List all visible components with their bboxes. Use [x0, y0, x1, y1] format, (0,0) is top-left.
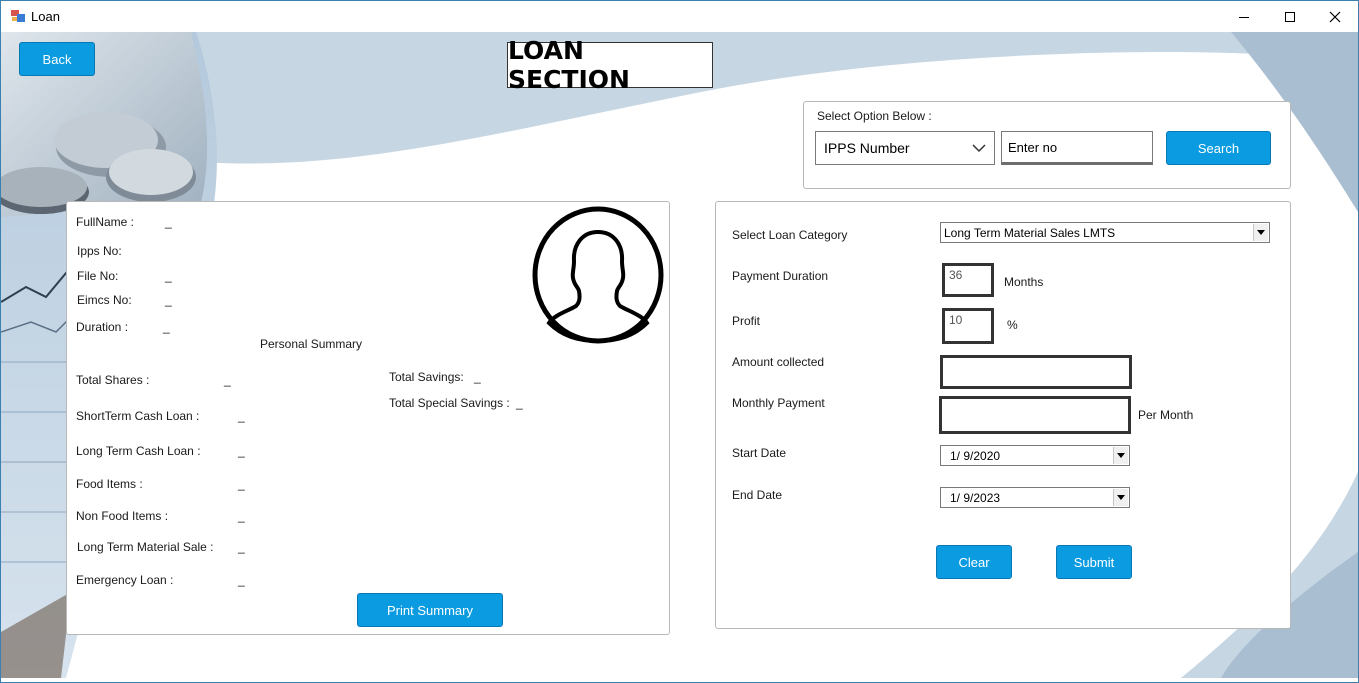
profile-panel: FullName : _ Ipps No: File No: _ Eimcs N… — [66, 201, 670, 635]
search-input-value: Enter no — [1008, 139, 1058, 155]
long-term-cash-loan-label: Long Term Cash Loan : — [76, 444, 201, 458]
start-date-label: Start Date — [732, 446, 787, 460]
start-date-value: 1/ 9/2020 — [950, 448, 1001, 463]
payment-duration-input[interactable]: 36 — [942, 263, 994, 297]
search-input[interactable]: Enter no — [1001, 131, 1153, 165]
monthly-payment-label: Monthly Payment — [732, 396, 825, 410]
triangle-down-icon — [1117, 453, 1125, 458]
total-shares-label: Total Shares : — [76, 373, 150, 387]
total-shares-value: _ — [224, 373, 231, 387]
short-term-cash-loan-label: ShortTerm Cash Loan : — [76, 409, 200, 423]
total-savings-label: Total Savings: — [389, 370, 464, 384]
food-items-label: Food Items : — [76, 477, 143, 491]
duration-label: Duration : — [76, 320, 129, 334]
triangle-down-icon — [1117, 495, 1125, 500]
app-icon — [11, 10, 25, 22]
monthly-payment-input[interactable] — [939, 396, 1131, 434]
clear-button[interactable]: Clear — [936, 545, 1012, 579]
profit-input[interactable]: 10 — [942, 308, 994, 344]
file-label: File No: — [77, 269, 119, 283]
loan-category-value: Long Term Material Sales LMTS — [944, 225, 1116, 240]
user-avatar-icon — [532, 206, 664, 344]
client-area: Back LOAN SECTION Select Option Below : … — [1, 32, 1358, 678]
dropdown-arrow — [1113, 447, 1128, 464]
total-special-savings-label: Total Special Savings : — [389, 396, 510, 410]
print-summary-button[interactable]: Print Summary — [357, 593, 503, 627]
search-prompt: Select Option Below : — [817, 109, 932, 123]
submit-button-label: Submit — [1073, 554, 1115, 570]
non-food-items-value: _ — [238, 509, 245, 523]
search-button[interactable]: Search — [1166, 131, 1271, 165]
search-option-select[interactable]: IPPS Number — [815, 131, 995, 165]
amount-collected-input[interactable] — [940, 355, 1132, 389]
title-bar: Loan — [1, 1, 1358, 32]
amount-collected-label: Amount collected — [732, 355, 825, 369]
payment-duration-value: 36 — [949, 268, 963, 282]
triangle-down-icon — [1257, 230, 1265, 235]
minimize-button[interactable] — [1221, 1, 1267, 32]
end-date-picker[interactable]: 1/ 9/2023 — [940, 487, 1130, 508]
print-summary-label: Print Summary — [387, 602, 473, 618]
per-month-unit-label: Per Month — [1138, 408, 1194, 422]
maximize-button[interactable] — [1267, 1, 1313, 32]
loan-category-select[interactable]: Long Term Material Sales LMTS — [940, 222, 1270, 243]
submit-button[interactable]: Submit — [1056, 545, 1132, 579]
loan-window: Loan Back LOAN SECTION Select Option Bel… — [0, 0, 1359, 683]
search-option-value: IPPS Number — [824, 140, 910, 156]
months-unit-label: Months — [1004, 275, 1044, 289]
search-button-label: Search — [1197, 140, 1240, 156]
emergency-loan-value: _ — [238, 573, 245, 587]
long-term-material-sale-label: Long Term Material Sale : — [77, 540, 214, 554]
dropdown-arrow — [1113, 489, 1128, 506]
profit-value: 10 — [949, 313, 963, 327]
end-date-value: 1/ 9/2023 — [950, 490, 1001, 505]
clear-button-label: Clear — [958, 554, 990, 570]
non-food-items-label: Non Food Items : — [76, 509, 169, 523]
loan-category-label: Select Loan Category — [732, 228, 848, 242]
back-button[interactable]: Back — [19, 42, 95, 76]
total-special-savings-value: _ — [516, 396, 523, 410]
eimcs-value: _ — [165, 293, 172, 307]
total-savings-value: _ — [474, 370, 481, 384]
close-icon — [1329, 11, 1341, 22]
percent-unit-label: % — [1007, 318, 1018, 332]
minimize-icon — [1239, 16, 1249, 18]
long-term-material-sale-value: _ — [238, 540, 245, 554]
eimcs-label: Eimcs No: — [77, 293, 132, 307]
loan-form-panel: Select Loan Category Long Term Material … — [715, 201, 1291, 629]
close-button[interactable] — [1312, 1, 1358, 32]
window-title: Loan — [31, 9, 60, 24]
fullname-value: _ — [165, 215, 172, 229]
emergency-loan-label: Emergency Loan : — [76, 573, 174, 587]
fullname-label: FullName : — [76, 215, 135, 229]
page-title: LOAN SECTION — [507, 36, 713, 94]
profit-label: Profit — [732, 314, 761, 328]
ipps-label: Ipps No: — [77, 244, 122, 258]
maximize-icon — [1285, 11, 1295, 22]
food-items-value: _ — [238, 477, 245, 491]
short-term-cash-loan-value: _ — [238, 409, 245, 423]
file-value: _ — [165, 269, 172, 283]
duration-value: _ — [163, 320, 170, 334]
personal-summary-title: Personal Summary — [260, 337, 363, 351]
search-group: Select Option Below : IPPS Number Enter … — [803, 101, 1291, 189]
payment-duration-label: Payment Duration — [732, 269, 829, 283]
end-date-label: End Date — [732, 488, 783, 502]
dropdown-arrow — [1253, 224, 1268, 241]
back-button-label: Back — [42, 51, 72, 67]
long-term-cash-loan-value: _ — [238, 444, 245, 458]
start-date-picker[interactable]: 1/ 9/2020 — [940, 445, 1130, 466]
chevron-down-icon — [972, 144, 986, 153]
